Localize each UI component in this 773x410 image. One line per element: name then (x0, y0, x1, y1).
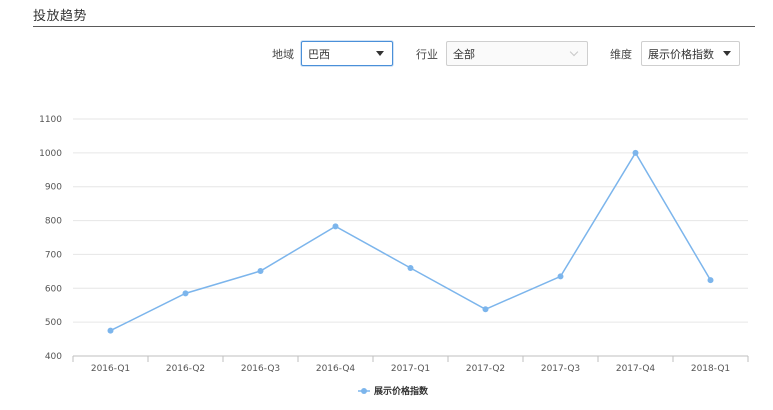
x-tick-label: 2017-Q2 (466, 364, 505, 374)
x-tick-label: 2016-Q4 (316, 364, 356, 374)
data-point (482, 306, 489, 313)
legend-label: 展示价格指数 (374, 385, 429, 397)
y-tick-label: 1100 (39, 115, 62, 125)
y-tick-label: 400 (45, 352, 62, 362)
y-tick-label: 1000 (39, 149, 62, 159)
data-point (632, 149, 639, 156)
y-tick-label: 800 (45, 217, 62, 227)
data-point (707, 277, 714, 284)
x-tick-label: 2018-Q1 (691, 364, 730, 374)
x-tick-label: 2016-Q1 (91, 364, 130, 374)
y-tick-label: 700 (45, 250, 62, 260)
series-line (110, 151, 712, 332)
y-tick-label: 500 (45, 318, 62, 328)
y-tick-label: 600 (45, 284, 62, 294)
x-tick-label: 2017-Q1 (391, 364, 430, 374)
data-point (107, 327, 114, 334)
y-tick-label: 900 (45, 183, 62, 193)
data-point (257, 268, 264, 275)
legend-marker-icon (361, 388, 367, 394)
x-tick-label: 2017-Q3 (541, 364, 580, 374)
data-point (182, 290, 189, 297)
x-tick-label: 2016-Q2 (166, 364, 205, 374)
data-point (407, 264, 414, 271)
x-tick-label: 2017-Q4 (616, 364, 656, 374)
data-point (332, 223, 339, 230)
x-tick-label: 2016-Q3 (241, 364, 280, 374)
data-point (557, 273, 564, 280)
trend-line-chart: 400 500 600 700 800 900 1000 1100 2016-Q1 2016-Q2… (39, 115, 749, 397)
